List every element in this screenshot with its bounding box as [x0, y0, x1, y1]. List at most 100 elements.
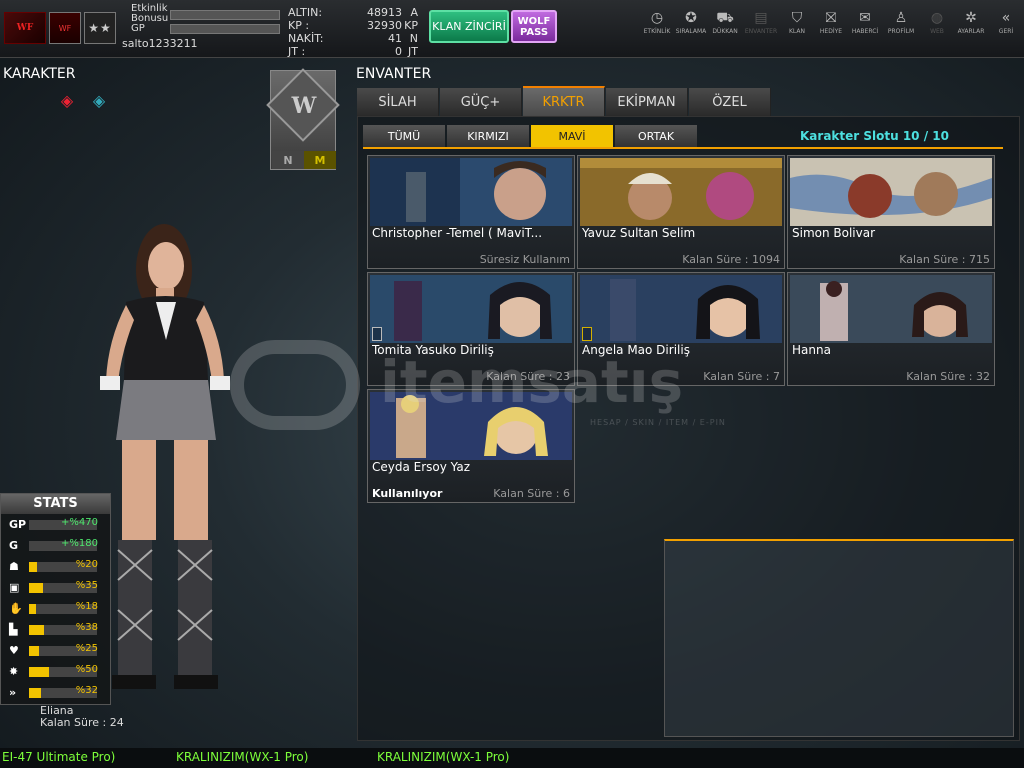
- in-use-status: Kullanılıyor: [372, 487, 443, 500]
- filter-mavi[interactable]: MAVİ: [531, 125, 613, 147]
- nav-label: KLAN: [788, 28, 805, 35]
- character-slot-info: Karakter Slotu 10 / 10: [800, 129, 949, 143]
- ticker-item: KRALINIZIM(WX-1 Pro): [377, 750, 510, 764]
- event-bonus-bar: [170, 10, 280, 20]
- character-card[interactable]: Christopher -Temel ( MaviT... Süresiz Ku…: [367, 155, 575, 269]
- nav-haberci[interactable]: ✉ HABERCİ: [848, 8, 882, 50]
- nav-label: GERİ: [998, 28, 1014, 35]
- stats-panel: STATS GP +%470 G +%180 ☗ %20 ▣ %35 ✋ %18 ▙ %38 ♥ %25 ✸…: [0, 493, 111, 705]
- stat-row: ▙ %38: [1, 622, 112, 637]
- nav-label: ENVANTER: [744, 28, 778, 35]
- blue-team-icon[interactable]: ◈: [87, 88, 111, 112]
- gear-icon: ✲: [965, 10, 977, 26]
- filter-underline: [363, 147, 1003, 149]
- currency-unit: JT: [408, 45, 418, 58]
- stat-row: ✸ %50: [1, 664, 112, 679]
- red-team-icon[interactable]: ◈: [55, 88, 79, 112]
- game-logo: WF: [4, 12, 46, 44]
- rank-stars-icon: ★★: [84, 12, 116, 44]
- character-card[interactable]: Tomita Yasuko Diriliş Kalan Süre : 23: [367, 272, 575, 386]
- character-card-name: Tomita Yasuko Diriliş: [372, 343, 494, 357]
- nav-label: AYARLAR: [957, 28, 985, 35]
- currency-label: KP :: [288, 19, 310, 32]
- filter-tumu[interactable]: TÜMÜ: [363, 125, 445, 147]
- stat-row: ▣ %35: [1, 580, 112, 595]
- boot-icon: ▙: [9, 623, 18, 636]
- wolf-pass-label: WOLF PASS: [517, 15, 551, 38]
- stat-value: +%180: [61, 538, 98, 549]
- character-card-time: Kalan Süre : 7: [703, 370, 780, 383]
- currency-panel: ALTIN: 48913 A KP : 32930 KP NAKİT: 41 N…: [284, 4, 424, 58]
- news-ticker: EI-47 Ultimate Pro) KRALINIZIM(WX-1 Pro)…: [0, 748, 1024, 768]
- character-card-name: Christopher -Temel ( MaviT...: [372, 226, 543, 240]
- nav-etkinlik[interactable]: ◷ ETKİNLİK: [640, 8, 674, 50]
- stat-value: %25: [75, 643, 98, 654]
- currency-value: 0: [395, 45, 402, 58]
- currency-value: 41: [388, 32, 402, 45]
- currency-unit: A: [410, 6, 418, 19]
- clan-chain-button[interactable]: KLAN ZİNCİRİ: [429, 10, 509, 43]
- stat-value: %35: [75, 580, 98, 591]
- character-class-card[interactable]: W N M: [266, 68, 340, 170]
- nav-klan[interactable]: ⛉ KLAN: [780, 8, 814, 50]
- character-card[interactable]: Yavuz Sultan Selim Kalan Süre : 1094: [577, 155, 785, 269]
- gender-m-button[interactable]: M: [304, 151, 336, 169]
- tab-silah[interactable]: SİLAH: [357, 88, 439, 116]
- nav-dukkan[interactable]: ⛟ DÜKKAN: [708, 8, 742, 50]
- gift-icon: ⛝: [825, 10, 837, 26]
- character-portrait: [580, 158, 782, 226]
- currency-unit: N: [409, 32, 418, 45]
- currency-unit: KP: [404, 19, 418, 32]
- currency-gold: ALTIN: 48913 A: [284, 6, 424, 19]
- currency-label: JT :: [288, 45, 306, 58]
- stats-title: STATS: [1, 494, 110, 514]
- stat-value: %18: [75, 601, 98, 612]
- tab-ekipman[interactable]: EKİPMAN: [606, 88, 688, 116]
- wolf-pass-button[interactable]: WOLF PASS: [511, 10, 557, 43]
- nav-hediye[interactable]: ⛝ HEDİYE: [814, 8, 848, 50]
- nav-web[interactable]: ◍ WEB: [920, 8, 954, 50]
- karakter-title: KARAKTER: [3, 66, 76, 82]
- item-detail-box: [664, 539, 1014, 737]
- character-card[interactable]: Simon Bolivar Kalan Süre : 715: [787, 155, 995, 269]
- nav-profil[interactable]: ♙ PROFİLM: [884, 8, 918, 50]
- character-card[interactable]: Angela Mao Diriliş Kalan Süre : 7: [577, 272, 785, 386]
- character-portrait: [370, 158, 572, 226]
- character-portrait: [790, 158, 992, 226]
- tab-krktr[interactable]: KRKTR: [523, 86, 605, 116]
- stat-label: G: [9, 539, 19, 552]
- nav-siralama[interactable]: ✪ SIRALAMA: [674, 8, 708, 50]
- nav-geri[interactable]: « GERİ: [989, 8, 1023, 50]
- tab-guc[interactable]: GÜÇ+: [440, 88, 522, 116]
- main-nav: ◷ ETKİNLİK ✪ SIRALAMA ⛟ DÜKKAN ▤ ENVANTER ⛉ K…: [640, 8, 1024, 50]
- stat-row: ☗ %20: [1, 559, 112, 574]
- character-card-time: Kalan Süre : 1094: [682, 253, 780, 266]
- nav-label: HEDİYE: [819, 28, 843, 35]
- top-bar: WF WF ★★ Etkinlik Bonusu GP salto1233211 …: [0, 0, 1024, 58]
- globe-icon: ◍: [930, 10, 944, 26]
- character-card[interactable]: Hanna Kalan Süre : 32: [787, 272, 995, 386]
- filter-ortak[interactable]: ORTAK: [615, 125, 697, 147]
- currency-value: 48913: [367, 6, 402, 19]
- character-card-time: Kalan Süre : 23: [486, 370, 570, 383]
- username: salto1233211: [122, 37, 198, 50]
- nav-label: PROFİLM: [887, 28, 915, 35]
- gp-bar: [170, 24, 280, 34]
- back-icon: «: [1001, 10, 1011, 26]
- shield-icon: ⛉: [791, 10, 803, 26]
- gender-n-button[interactable]: N: [272, 151, 304, 169]
- tab-ozel[interactable]: ÖZEL: [689, 88, 771, 116]
- stat-bar-fill: [29, 583, 43, 593]
- filter-kirmizi[interactable]: KIRMIZI: [447, 125, 529, 147]
- nav-ayarlar[interactable]: ✲ AYARLAR: [954, 8, 988, 50]
- character-card[interactable]: Ceyda Ersoy Yaz Kullanılıyor Kalan Süre …: [367, 389, 575, 503]
- stat-bar-fill: [29, 625, 44, 635]
- stat-bar-fill: [29, 562, 38, 572]
- clan-chain-label: KLAN ZİNCİRİ: [432, 20, 506, 33]
- medal-icon: ✪: [685, 10, 697, 26]
- nav-label: ETKİNLİK: [643, 28, 671, 35]
- nav-envanter[interactable]: ▤ ENVANTER: [744, 8, 778, 50]
- stat-label: GP: [9, 518, 27, 531]
- heart-icon: ♥: [9, 644, 19, 657]
- stat-value: %50: [75, 664, 98, 675]
